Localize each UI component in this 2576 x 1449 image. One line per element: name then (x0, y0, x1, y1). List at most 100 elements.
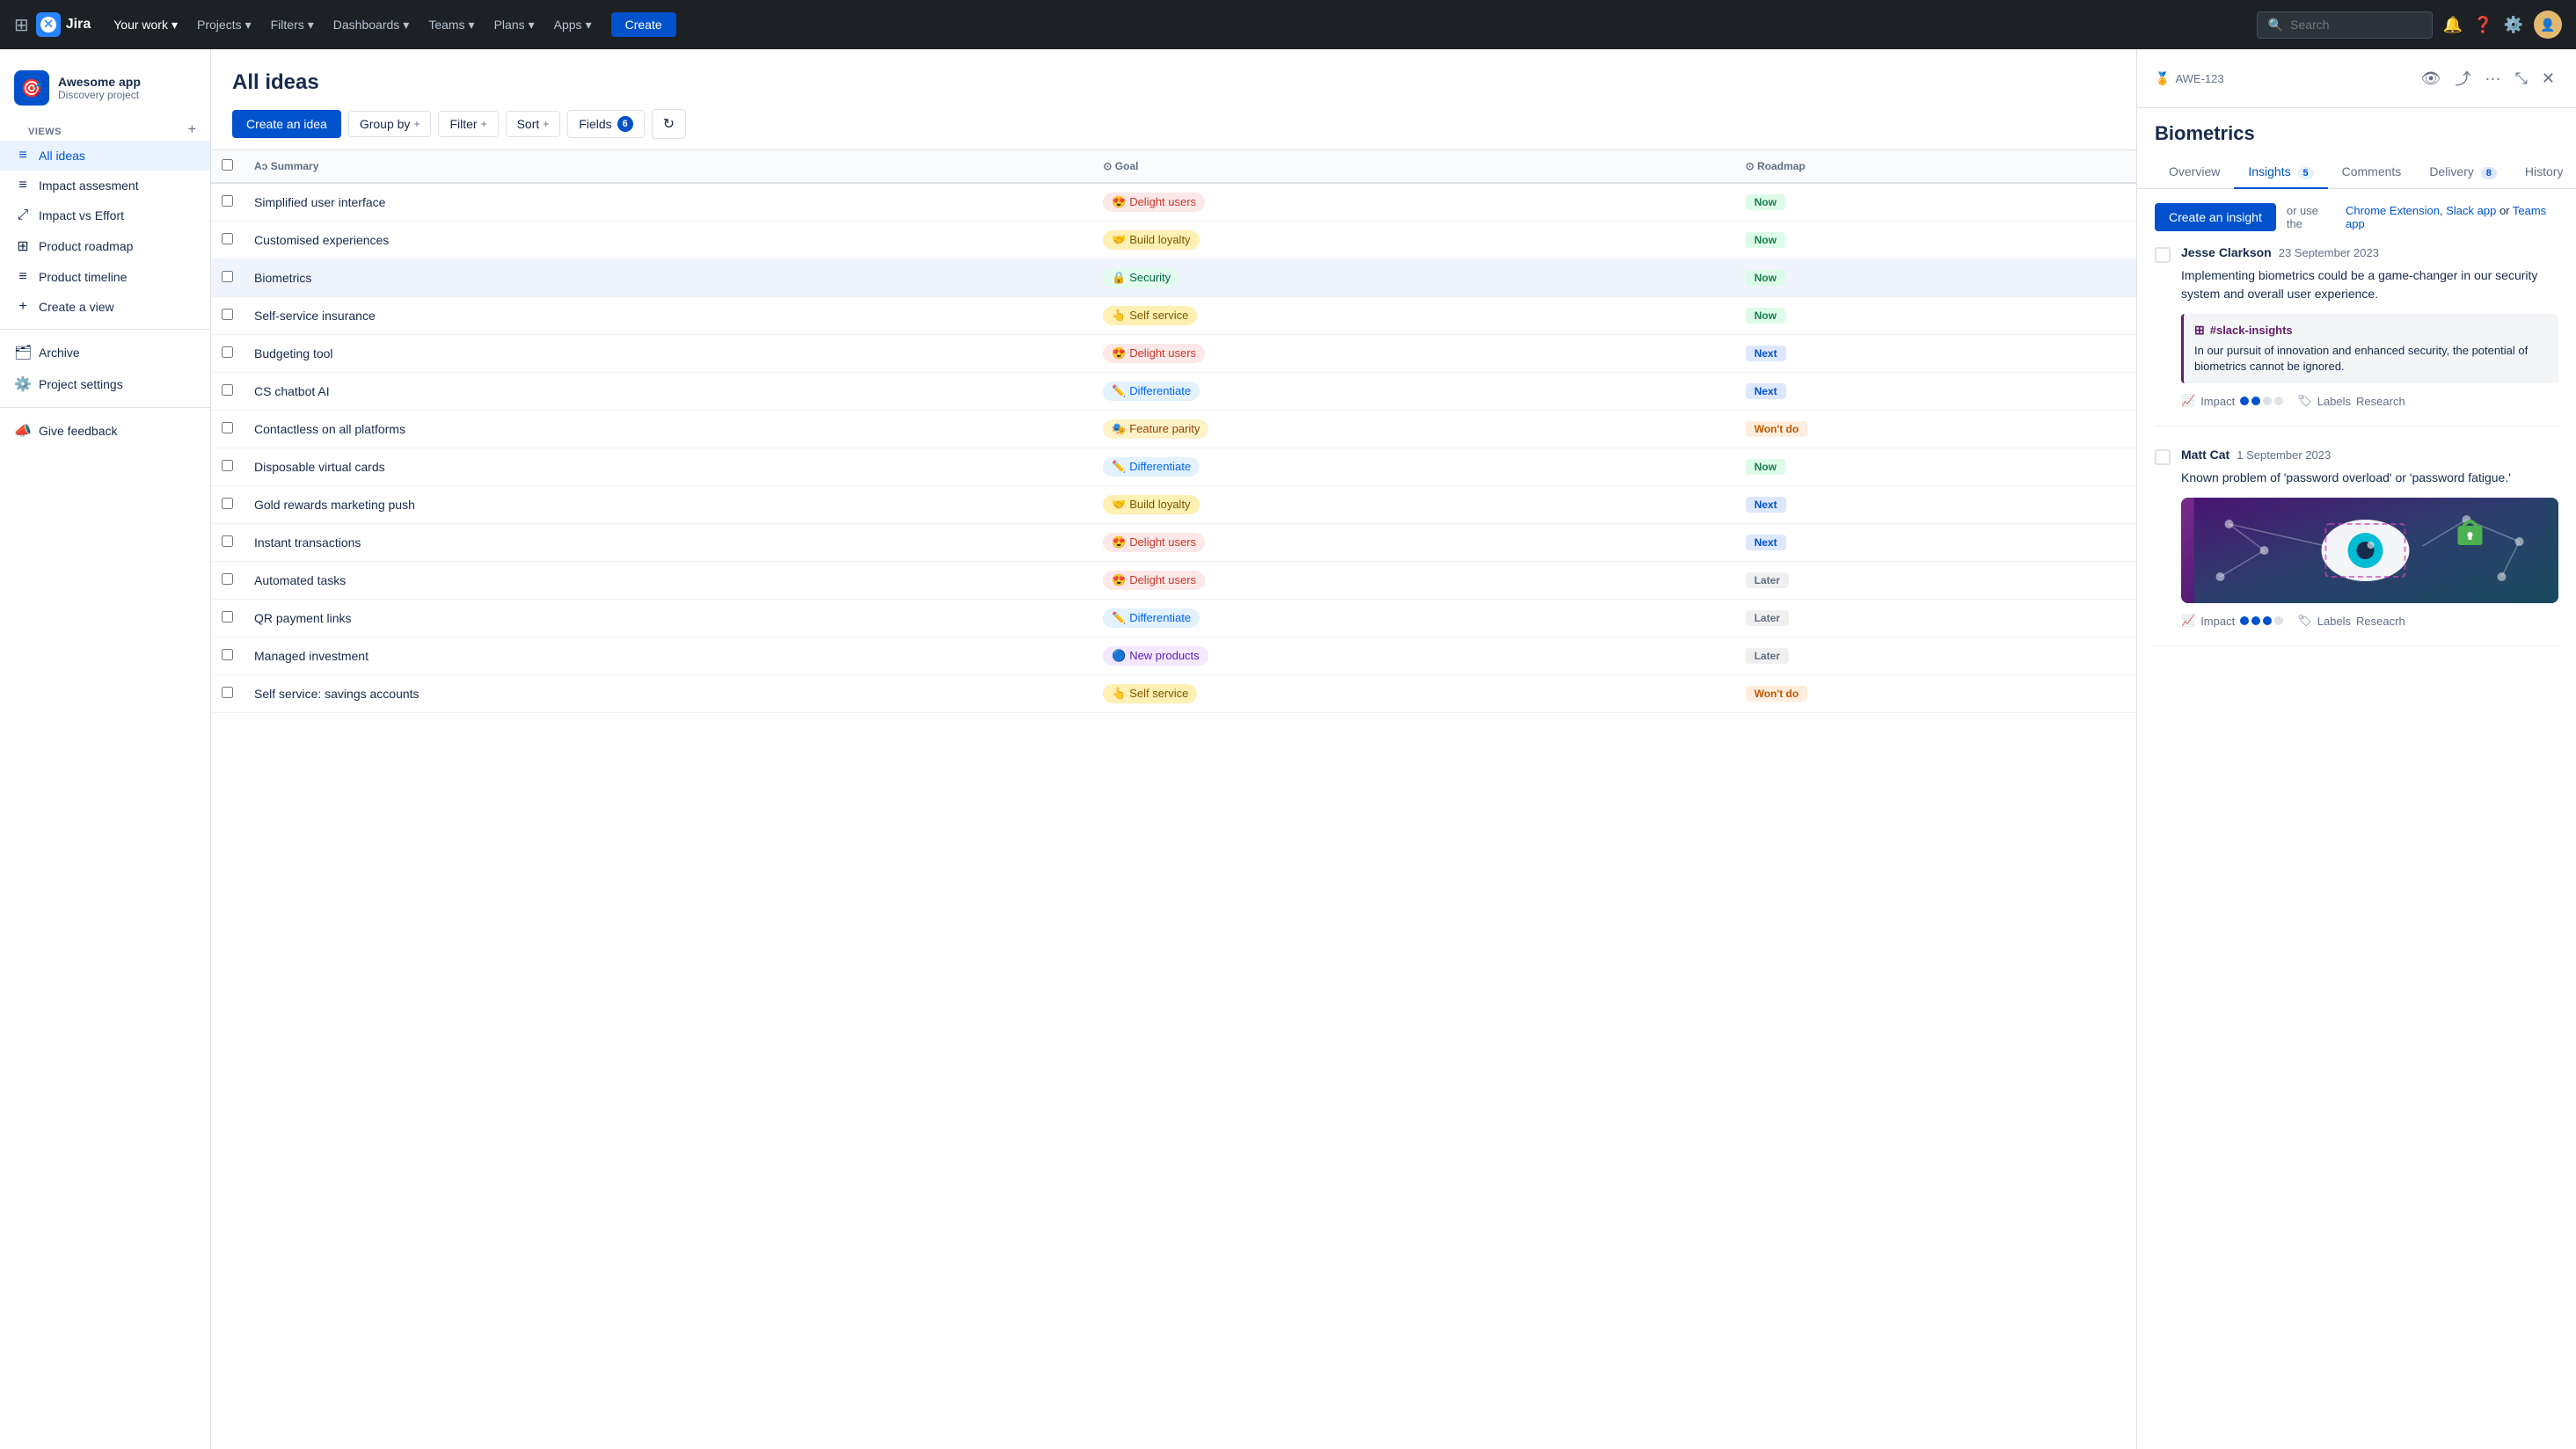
row-checkbox-4[interactable] (222, 346, 233, 358)
row-checkbox-11[interactable] (222, 611, 233, 623)
nav-filters[interactable]: Filters ▾ (262, 12, 323, 38)
goal-badge-8[interactable]: 🤝 Build loyalty (1103, 495, 1199, 514)
refresh-button[interactable]: ↻ (652, 109, 686, 139)
goal-badge-1[interactable]: 🤝 Build loyalty (1103, 230, 1199, 250)
sidebar-item-impact-assessment[interactable]: ≡ Impact assesment (0, 171, 210, 200)
select-all-checkbox[interactable] (222, 159, 233, 171)
nav-projects[interactable]: Projects ▾ (188, 12, 260, 38)
goal-badge-0[interactable]: 😍 Delight users (1103, 193, 1205, 212)
row-summary-5[interactable]: CS chatbot AI (244, 373, 1092, 411)
goal-badge-10[interactable]: 😍 Delight users (1103, 571, 1205, 590)
sort-button[interactable]: Sort + (506, 111, 561, 137)
slack-channel-1[interactable]: #slack-insights (2210, 324, 2293, 337)
create-idea-button[interactable]: Create an idea (232, 110, 341, 138)
dot-2 (2251, 397, 2260, 405)
row-summary-8[interactable]: Gold rewards marketing push (244, 486, 1092, 524)
notification-icon[interactable]: 🔔 (2443, 16, 2463, 34)
label-value-1[interactable]: Research (2356, 395, 2405, 408)
chrome-extension-link[interactable]: Chrome Extension (2346, 204, 2440, 217)
goal-badge-9[interactable]: 😍 Delight users (1103, 533, 1205, 552)
row-summary-13[interactable]: Self service: savings accounts (244, 675, 1092, 713)
panel-share-button[interactable]: ⤴ (2452, 63, 2475, 93)
create-button[interactable]: Create (611, 12, 676, 37)
nav-teams[interactable]: Teams ▾ (420, 12, 483, 38)
search-bar[interactable]: 🔍 (2257, 11, 2433, 39)
add-view-button[interactable]: + (188, 122, 196, 138)
goal-badge-5[interactable]: ✏️ Differentiate (1103, 382, 1200, 401)
row-summary-3[interactable]: Self-service insurance (244, 297, 1092, 335)
grid-icon[interactable]: ⊞ (14, 14, 29, 36)
group-by-button[interactable]: Group by + (348, 111, 432, 137)
row-checkbox-9[interactable] (222, 535, 233, 547)
row-checkbox-1[interactable] (222, 233, 233, 244)
user-avatar[interactable]: 👤 (2534, 11, 2562, 39)
goal-badge-7[interactable]: ✏️ Differentiate (1103, 457, 1200, 477)
row-checkbox-3[interactable] (222, 309, 233, 320)
goal-badge-11[interactable]: ✏️ Differentiate (1103, 608, 1200, 628)
row-checkbox-10[interactable] (222, 573, 233, 585)
row-checkbox-cell (211, 675, 244, 713)
tab-comments[interactable]: Comments (2328, 156, 2416, 189)
row-checkbox-5[interactable] (222, 384, 233, 396)
insight-checkbox-1[interactable] (2155, 247, 2171, 263)
fields-button[interactable]: Fields 6 (567, 110, 644, 138)
row-goal-4: 😍 Delight users (1092, 335, 1734, 373)
row-checkbox-0[interactable] (222, 195, 233, 207)
settings-icon[interactable]: ⚙️ (2504, 16, 2523, 34)
nav-plans[interactable]: Plans ▾ (485, 12, 544, 38)
row-summary-4[interactable]: Budgeting tool (244, 335, 1092, 373)
insight-text-1: Implementing biometrics could be a game-… (2181, 266, 2558, 303)
filter-button[interactable]: Filter + (438, 111, 498, 137)
tab-overview[interactable]: Overview (2155, 156, 2234, 189)
tab-delivery[interactable]: Delivery 8 (2415, 156, 2511, 189)
row-checkbox-2[interactable] (222, 271, 233, 282)
goal-badge-3[interactable]: 👆 Self service (1103, 306, 1197, 325)
label-value-2[interactable]: Reseacrh (2356, 615, 2405, 628)
row-checkbox-7[interactable] (222, 460, 233, 471)
slack-app-link[interactable]: Slack app (2446, 204, 2496, 217)
tab-history[interactable]: History (2511, 156, 2576, 189)
row-summary-1[interactable]: Customised experiences (244, 222, 1092, 259)
goal-badge-4[interactable]: 😍 Delight users (1103, 344, 1205, 363)
panel-expand-button[interactable]: ⤡ (2512, 66, 2531, 91)
row-summary-9[interactable]: Instant transactions (244, 524, 1092, 562)
sidebar-item-impact-effort[interactable]: ⤢ Impact vs Effort (0, 200, 210, 230)
sidebar-item-archive[interactable]: 🗂 Archive (0, 337, 210, 368)
panel-close-button[interactable]: ✕ (2538, 66, 2558, 91)
row-summary-10[interactable]: Automated tasks (244, 562, 1092, 600)
nav-dashboards[interactable]: Dashboards ▾ (325, 12, 419, 38)
sidebar-item-all-ideas[interactable]: ≡ All ideas (0, 141, 210, 171)
goal-badge-2[interactable]: 🔒 Security (1103, 268, 1179, 288)
create-insight-button[interactable]: Create an insight (2155, 203, 2276, 231)
row-summary-11[interactable]: QR payment links (244, 600, 1092, 637)
search-input[interactable] (2290, 18, 2413, 32)
th-checkbox (211, 150, 244, 183)
row-summary-2[interactable]: Biometrics (244, 259, 1092, 297)
row-checkbox-13[interactable] (222, 687, 233, 698)
row-summary-7[interactable]: Disposable virtual cards (244, 448, 1092, 486)
nav-apps[interactable]: Apps ▾ (545, 12, 601, 38)
sidebar-item-product-roadmap[interactable]: ⊞ Product roadmap (0, 230, 210, 262)
nav-your-work[interactable]: Your work ▾ (105, 12, 186, 38)
label-icon-1: 🏷 (2297, 394, 2312, 408)
sidebar-item-create-view[interactable]: + Create a view (0, 292, 210, 322)
jira-logo[interactable]: Jira (36, 12, 91, 37)
sidebar-item-product-timeline[interactable]: ≡ Product timeline (0, 262, 210, 292)
sidebar-item-settings[interactable]: ⚙️ Project settings (0, 368, 210, 400)
row-checkbox-8[interactable] (222, 498, 233, 509)
row-summary-12[interactable]: Managed investment (244, 637, 1092, 675)
row-checkbox-12[interactable] (222, 649, 233, 660)
row-summary-0[interactable]: Simplified user interface (244, 183, 1092, 222)
row-checkbox-6[interactable] (222, 422, 233, 433)
tab-insights[interactable]: Insights 5 (2234, 156, 2327, 189)
panel-body: Create an insight or use the Chrome Exte… (2137, 189, 2576, 1449)
sidebar-item-feedback[interactable]: 📣 Give feedback (0, 415, 210, 447)
help-icon[interactable]: ❓ (2473, 16, 2492, 34)
goal-badge-12[interactable]: 🔵 New products (1103, 646, 1208, 666)
goal-badge-6[interactable]: 🎭 Feature parity (1103, 419, 1208, 439)
goal-badge-13[interactable]: 👆 Self service (1103, 684, 1197, 703)
panel-watch-button[interactable]: 👁 (2418, 66, 2445, 91)
panel-more-button[interactable]: ··· (2482, 66, 2505, 91)
row-summary-6[interactable]: Contactless on all platforms (244, 411, 1092, 448)
insight-checkbox-2[interactable] (2155, 449, 2171, 465)
